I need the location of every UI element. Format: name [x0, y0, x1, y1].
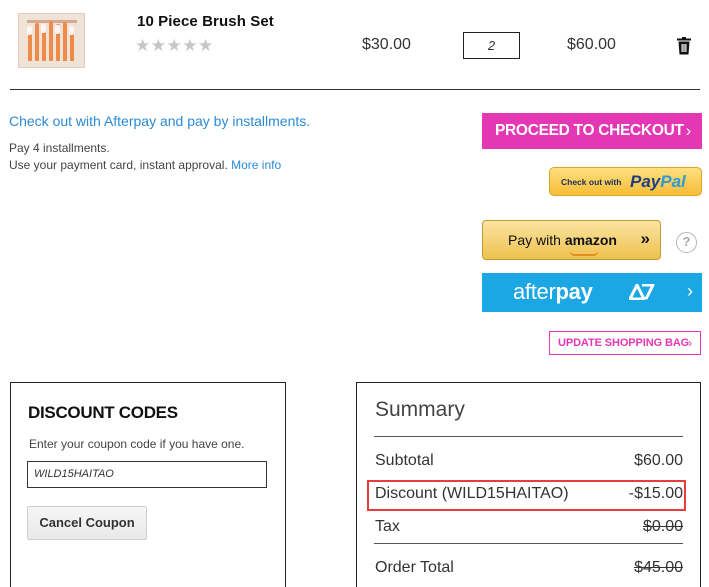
discount-value: -$15.00: [628, 485, 683, 502]
brush-tip: [69, 26, 74, 35]
tax-value: $0.00: [642, 518, 683, 535]
product-name[interactable]: 10 Piece Brush Set: [137, 13, 274, 30]
paypal-logo: PayPal: [630, 172, 686, 192]
summary-divider: [374, 436, 683, 437]
more-info-link[interactable]: More info: [231, 158, 281, 172]
discount-label: Discount (WILD15HAITAO): [375, 485, 569, 502]
paypal-pay: Pay: [630, 172, 661, 191]
line-total: $60.00: [567, 36, 616, 53]
proceed-to-checkout-button[interactable]: PROCEED TO CHECKOUT ›: [482, 113, 702, 149]
brush-tip: [41, 24, 46, 33]
double-chevron-icon: »: [640, 229, 650, 248]
afterpay-light: after: [513, 279, 556, 304]
afterpay-button[interactable]: afterpay ›: [482, 273, 702, 312]
checkout-label: PROCEED TO CHECKOUT: [495, 122, 684, 139]
discount-help-text: Enter your coupon code if you have one.: [29, 437, 245, 451]
paypal-checkout-button[interactable]: Check out with PayPal: [549, 167, 702, 196]
brush-image: [63, 22, 67, 61]
tax-label: Tax: [375, 518, 400, 535]
summary-divider: [374, 543, 683, 544]
paypal-pal: Pal: [660, 172, 686, 191]
brush-tip: [27, 26, 32, 35]
rating-stars: ★★★★★: [135, 36, 214, 55]
order-total-value: $45.00: [634, 559, 683, 576]
amazon-pay-label: Pay with amazon: [508, 232, 617, 248]
discount-codes-title: DISCOUNT CODES: [28, 403, 178, 422]
unit-price: $30.00: [362, 36, 411, 53]
afterpay-arrows-icon: [629, 284, 655, 300]
afterpay-headline: Check out with Afterpay and pay by insta…: [9, 113, 311, 129]
trash-icon[interactable]: [676, 37, 692, 55]
amazon-pay-button[interactable]: Pay with amazon »: [482, 220, 661, 260]
subtotal-value: $60.00: [634, 452, 683, 469]
divider: [10, 89, 700, 90]
help-icon[interactable]: ?: [676, 232, 697, 253]
update-shopping-bag-button[interactable]: UPDATE SHOPPING BAG ›: [549, 331, 701, 355]
afterpay-logo: afterpay: [513, 279, 593, 305]
chevron-right-icon: ›: [685, 121, 692, 140]
amazon-smile-icon: [569, 250, 599, 256]
brush-tip: [55, 25, 60, 34]
afterpay-approval-text: Use your payment card, instant approval.…: [9, 158, 281, 172]
amazon-logo: amazon: [564, 232, 617, 248]
afterpay-approval-label: Use your payment card, instant approval.: [9, 158, 228, 172]
order-total-label: Order Total: [375, 559, 454, 576]
afterpay-bold: pay: [555, 279, 593, 304]
subtotal-label: Subtotal: [375, 452, 434, 469]
chevron-right-icon: ›: [687, 281, 693, 301]
cancel-coupon-button[interactable]: Cancel Coupon: [27, 506, 147, 540]
chevron-right-icon: ›: [688, 336, 692, 350]
brush-image: [35, 23, 39, 61]
paypal-prefix: Check out with: [561, 177, 622, 187]
product-thumbnail[interactable]: [18, 13, 85, 68]
afterpay-installments-text: Pay 4 installments.: [9, 141, 110, 155]
amazon-prefix: Pay with: [508, 232, 561, 248]
update-bag-label: UPDATE SHOPPING BAG: [558, 337, 690, 349]
quantity-input[interactable]: 2: [463, 32, 520, 59]
summary-title: Summary: [375, 398, 465, 421]
coupon-code-input[interactable]: WILD15HAITAO: [27, 461, 267, 488]
brush-image: [49, 21, 53, 61]
